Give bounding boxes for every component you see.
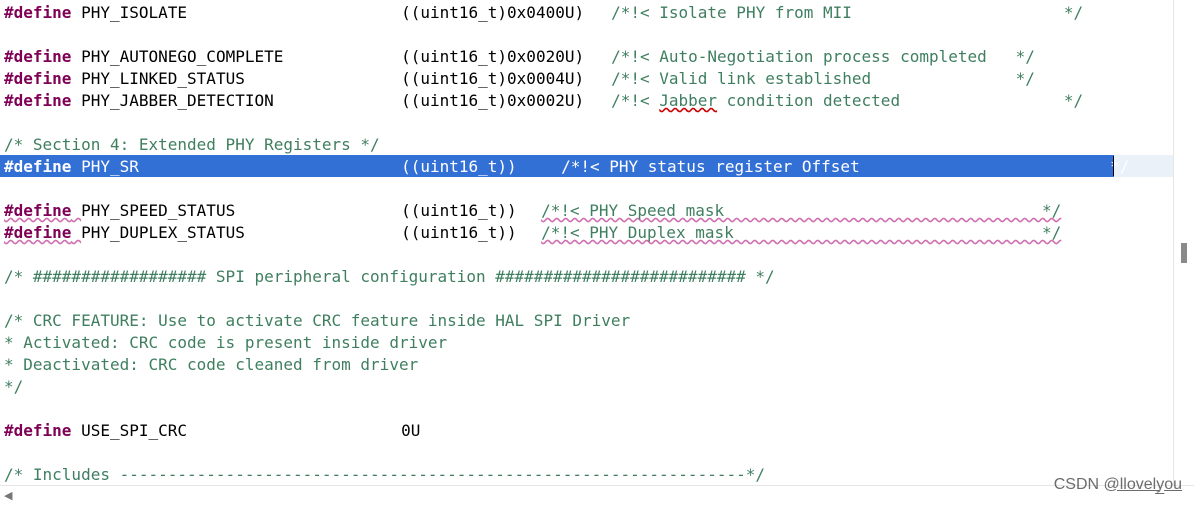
code-line-selected[interactable]: #define PHY_SR ((uint16_t)) /*!< PHY statu… — [4, 156, 1129, 178]
macro-name: USE_SPI_CRC — [81, 421, 188, 440]
macro-value: ((uint16_t)) — [401, 157, 517, 176]
code-editor[interactable]: #define PHY_ISOLATE ((uint16_t)0x0400U) /*… — [0, 0, 1174, 486]
macro-value: ((uint16_t)0x0004U) — [401, 69, 585, 88]
spelling-error: Jabber — [659, 91, 718, 110]
scroll-left-arrow-icon[interactable]: ◀ — [4, 489, 12, 502]
macro-value: ((uint16_t)) — [401, 201, 517, 220]
code-line[interactable]: #define PHY_JABBER_DETECTION ((uint16_t)0… — [4, 90, 1083, 112]
macro-name: PHY_ISOLATE — [81, 3, 188, 22]
watermark: CSDN @l̲l̲o̲v̲e̲l̲y̲o̲u̲ — [1053, 476, 1182, 493]
macro-name: PHY_JABBER_DETECTION — [81, 91, 274, 110]
macro-name: PHY_AUTONEGO_COMPLETE — [81, 47, 284, 66]
define-keyword: #define — [4, 69, 72, 88]
vertical-scrollbar-thumb[interactable] — [1181, 243, 1187, 263]
horizontal-scrollbar[interactable]: ◀ — [0, 485, 1194, 506]
code-line[interactable]: #define USE_SPI_CRC 0U — [4, 420, 420, 442]
define-keyword: #define — [4, 91, 72, 110]
code-line[interactable]: * Deactivated: CRC code cleaned from dri… — [4, 354, 418, 376]
macro-value: ((uint16_t)0x0400U) — [401, 3, 585, 22]
define-keyword: #define — [4, 223, 72, 242]
macro-value: ((uint16_t)0x0020U) — [401, 47, 585, 66]
code-comment: /*!< PHY Duplex mask */ — [541, 223, 1062, 242]
code-line[interactable]: * Activated: CRC code is present inside … — [4, 332, 447, 354]
code-line[interactable]: */ — [4, 376, 23, 398]
code-line[interactable]: #define PHY_ISOLATE ((uint16_t)0x0400U) /*… — [4, 2, 1083, 24]
code-line-with-warning[interactable]: #define PHY_SPEED_STATUS ((uint16_t)) /*!<… — [4, 200, 1061, 222]
vertical-scrollbar[interactable] — [1173, 0, 1194, 486]
macro-value: 0U — [401, 421, 421, 440]
macro-name: PHY_LINKED_STATUS — [81, 69, 245, 88]
code-comment: /*!< PHY status register Offset */ — [561, 157, 1130, 176]
code-line[interactable]: /* Includes ----------------------------… — [4, 464, 765, 486]
code-line[interactable]: /* Section 4: Extended PHY Registers */ — [4, 134, 380, 156]
define-keyword: #define — [4, 201, 72, 220]
code-line[interactable]: /* CRC FEATURE: Use to activate CRC feat… — [4, 310, 630, 332]
code-comment: /*!< PHY Speed mask */ — [541, 201, 1062, 220]
code-line-with-warning[interactable]: #define PHY_DUPLEX_STATUS ((uint16_t)) /*!… — [4, 222, 1061, 244]
text-cursor — [1113, 156, 1114, 176]
code-comment: /*!< Auto-Negotiation process completed … — [611, 47, 1035, 66]
macro-name: PHY_SPEED_STATUS — [81, 201, 236, 220]
define-keyword: #define — [4, 3, 72, 22]
code-comment: /*!< Jabber condition detected */ — [611, 91, 1084, 110]
macro-name: PHY_SR — [81, 157, 139, 176]
code-line[interactable]: #define PHY_AUTONEGO_COMPLETE ((uint16_t)… — [4, 46, 1035, 68]
code-comment: /*!< Isolate PHY from MII */ — [611, 3, 1084, 22]
code-line[interactable]: /* ################## SPI peripheral con… — [4, 266, 775, 288]
define-keyword: #define — [4, 421, 72, 440]
define-keyword: #define — [4, 157, 72, 176]
macro-value: ((uint16_t)) — [401, 223, 517, 242]
macro-name: PHY_DUPLEX_STATUS — [81, 223, 245, 242]
macro-value: ((uint16_t)0x0002U) — [401, 91, 585, 110]
code-line[interactable]: #define PHY_LINKED_STATUS ((uint16_t)0x00… — [4, 68, 1035, 90]
code-comment: /*!< Valid link established */ — [611, 69, 1035, 88]
define-keyword: #define — [4, 47, 72, 66]
